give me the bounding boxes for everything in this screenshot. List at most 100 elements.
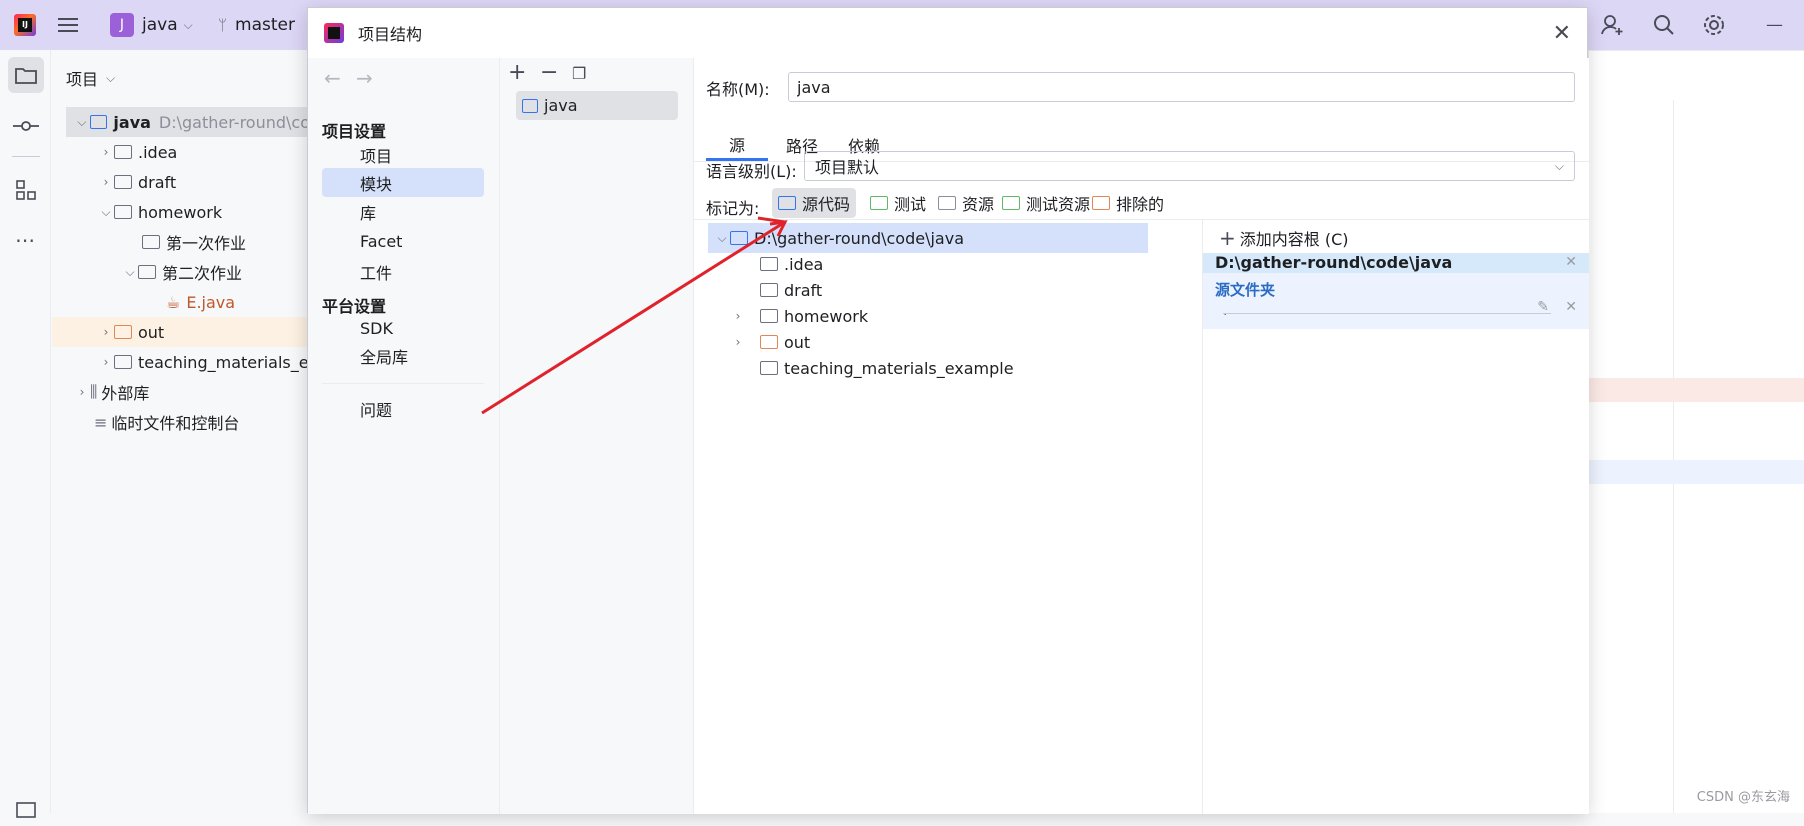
tree-row-draft[interactable]: › draft xyxy=(98,167,177,197)
module-item-java[interactable]: java xyxy=(516,91,678,120)
project-structure-dialog: 项目结构 ✕ ← → 项目设置 项目 模块 库 Facet 工件 平台设置 SD… xyxy=(307,7,1589,814)
content-row-label: teaching_materials_example xyxy=(784,358,1014,378)
tree-row-scratches[interactable]: ≡ 临时文件和控制台 xyxy=(94,407,239,437)
more-icon[interactable]: ⋯ xyxy=(8,222,44,258)
mark-sources-button[interactable]: 源代码 xyxy=(772,188,857,218)
tree-row-ejava[interactable]: ☕ E.java xyxy=(166,287,235,317)
commit-icon[interactable] xyxy=(8,108,44,144)
content-row-teaching[interactable]: teaching_materials_example xyxy=(760,353,1014,383)
folder-icon xyxy=(114,175,132,189)
add-content-root-button[interactable]: + 添加内容根 (C) xyxy=(1219,223,1349,253)
search-icon[interactable] xyxy=(1652,0,1676,50)
add-content-root-label: 添加内容根 (C) xyxy=(1239,230,1349,249)
tree-label: E.java xyxy=(186,292,236,312)
nav-item-modules[interactable]: 模块 xyxy=(322,168,484,197)
library-icon: ⫼ xyxy=(90,382,98,401)
content-row-label: .idea xyxy=(784,254,824,274)
nav-item-artifacts[interactable]: 工件 xyxy=(322,257,484,286)
project-folder-icon[interactable] xyxy=(8,57,44,93)
content-tree-panel: ⌵ D:\gather-round\code\java .idea draft ›… xyxy=(694,219,1203,814)
branch-switcher[interactable]: ᛘ master xyxy=(218,0,295,50)
editor-tab-border xyxy=(1588,50,1804,51)
tree-row-idea[interactable]: › .idea xyxy=(98,137,178,167)
excluded-folder-icon xyxy=(1092,196,1110,210)
remove-icon[interactable]: − xyxy=(540,60,558,85)
mark-excluded-button[interactable]: 排除的 xyxy=(1086,188,1170,218)
mark-resources-button[interactable]: 资源 xyxy=(932,188,1000,218)
mark-excluded-label: 排除的 xyxy=(1116,195,1165,214)
modules-list-panel: + − ❐ java xyxy=(500,58,694,814)
chevron-right-icon: › xyxy=(79,385,85,399)
folder-icon xyxy=(114,205,132,219)
folder-icon xyxy=(760,257,778,271)
forward-arrow-icon[interactable]: → xyxy=(356,66,373,90)
add-user-icon[interactable] xyxy=(1600,0,1624,50)
add-icon[interactable]: + xyxy=(508,60,526,85)
module-name-input[interactable] xyxy=(788,72,1575,102)
language-level-value: 项目默认 xyxy=(815,158,880,177)
project-panel-title: 项目 xyxy=(66,70,99,89)
tab-sources[interactable]: 源 xyxy=(706,129,768,161)
tree-row-out[interactable]: › out xyxy=(52,317,310,347)
nav-item-global-libraries[interactable]: 全局库 xyxy=(322,341,484,370)
source-folder-entry: . xyxy=(1223,303,1228,319)
tree-label: 第一次作业 xyxy=(166,234,247,253)
content-root-label: D:\gather-round\code\java xyxy=(754,228,964,248)
rail-divider xyxy=(12,156,40,157)
chevron-down-icon: ⌵ xyxy=(717,230,727,245)
tree-label: 临时文件和控制台 xyxy=(111,414,240,433)
terminal-icon[interactable] xyxy=(8,790,44,826)
nav-item-project[interactable]: 项目 xyxy=(322,140,484,169)
minimize-icon[interactable]: — xyxy=(1766,0,1783,50)
nav-item-problems[interactable]: 问题 xyxy=(322,394,484,423)
chevron-down-icon: ⌵ xyxy=(106,70,116,85)
main-menu-icon[interactable] xyxy=(58,0,80,50)
language-level-select[interactable]: 项目默认 ⌵ xyxy=(804,151,1575,181)
source-folder-icon xyxy=(778,196,796,210)
module-label: java xyxy=(544,96,578,115)
edit-pencil-icon[interactable]: ✎ xyxy=(1537,299,1549,315)
nav-item-libraries[interactable]: 库 xyxy=(322,197,484,226)
add-icon: + xyxy=(1219,226,1236,250)
tree-row-root[interactable]: ⌵ java D:\gather-round\co xyxy=(66,107,310,137)
folder-icon xyxy=(760,283,778,297)
editor-caret-line xyxy=(1589,460,1804,484)
scratch-icon: ≡ xyxy=(94,412,108,432)
project-switcher[interactable]: J java ⌵ xyxy=(110,0,193,50)
folder-icon xyxy=(114,355,132,369)
remove-root-icon[interactable]: ✕ xyxy=(1565,254,1577,270)
chevron-right-icon: › xyxy=(103,325,109,339)
settings-gear-icon[interactable] xyxy=(1702,0,1726,50)
copy-icon[interactable]: ❐ xyxy=(572,64,586,83)
remove-source-folder-icon[interactable]: ✕ xyxy=(1565,299,1577,315)
tree-row-teaching[interactable]: › teaching_materials_ex xyxy=(98,347,318,377)
chevron-right-icon: › xyxy=(103,355,109,369)
tree-row-hw1[interactable]: 第一次作业 xyxy=(142,227,246,257)
test-resource-folder-icon xyxy=(1002,196,1020,210)
project-view-selector[interactable]: 项目 ⌵ xyxy=(66,66,115,90)
nav-item-facets[interactable]: Facet xyxy=(322,227,484,256)
chevron-down-icon: ⌵ xyxy=(125,264,135,279)
module-icon xyxy=(522,98,538,113)
test-folder-icon xyxy=(870,196,888,210)
structure-icon[interactable] xyxy=(8,172,44,208)
chevron-down-icon: ⌵ xyxy=(1554,158,1564,173)
nav-item-sdks[interactable]: SDK xyxy=(322,314,484,343)
content-root-path: D:\gather-round\code\java xyxy=(1215,253,1453,272)
branch-icon: ᛘ xyxy=(218,16,228,34)
chevron-right-icon: › xyxy=(103,175,109,189)
chevron-right-icon: › xyxy=(735,309,741,323)
tree-row-hw2[interactable]: ⌵ 第二次作业 xyxy=(122,257,242,287)
nav-section-project-settings: 项目设置 xyxy=(322,122,387,141)
project-tool-window: 项目 ⌵ ⌵ java D:\gather-round\co › .idea › d… xyxy=(52,50,318,813)
chevron-right-icon: › xyxy=(735,335,741,349)
content-row-label: draft xyxy=(784,280,823,300)
nav-divider xyxy=(322,383,484,384)
tree-row-external-libs[interactable]: › ⫼ 外部库 xyxy=(74,377,150,407)
mark-tests-button[interactable]: 测试 xyxy=(864,188,932,218)
tree-row-homework[interactable]: ⌵ homework xyxy=(98,197,222,227)
mark-test-resources-button[interactable]: 测试资源 xyxy=(996,188,1096,218)
language-level-label: 语言级别(L): xyxy=(706,162,797,181)
close-icon[interactable]: ✕ xyxy=(1553,21,1571,46)
back-arrow-icon[interactable]: ← xyxy=(324,66,341,90)
